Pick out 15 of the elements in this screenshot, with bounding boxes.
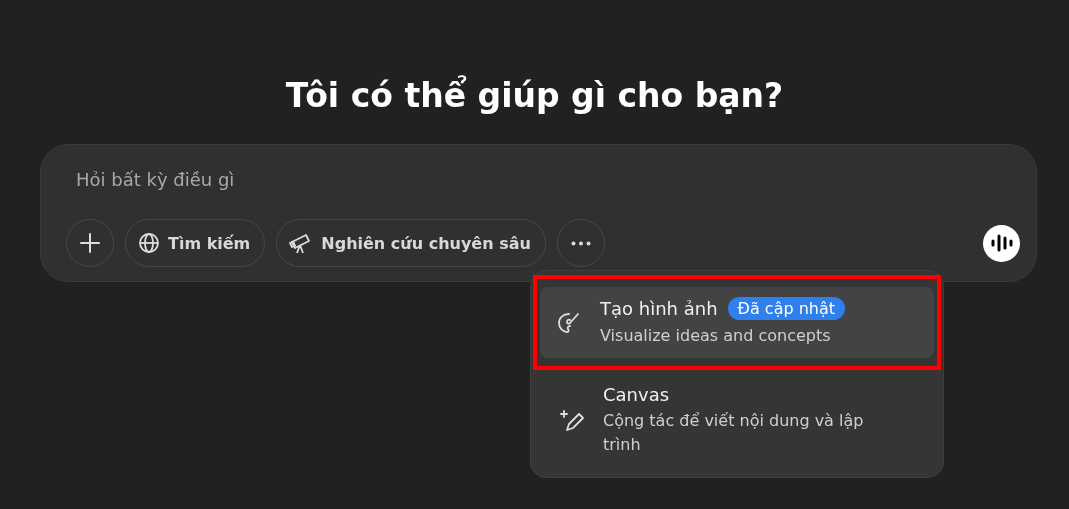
waveform-icon	[990, 234, 1013, 252]
plus-icon	[79, 232, 101, 254]
item-title: Tạo hình ảnh	[600, 298, 718, 319]
prompt-input[interactable]: Hỏi bất kỳ điều gì	[66, 165, 1020, 194]
item-title: Canvas	[603, 384, 670, 405]
page-heading: Tôi có thể giúp gì cho bạn?	[284, 74, 785, 117]
menu-item[interactable]: Canvas Cộng tác để viết nội dung và lập trình	[543, 374, 931, 467]
item-description: Cộng tác để viết nội dung và lập trình	[603, 410, 865, 456]
pencil-sparkle-icon	[559, 407, 585, 434]
item-description: Visualize ideas and concepts	[600, 325, 832, 347]
voice-button[interactable]	[983, 224, 1020, 262]
globe-icon	[138, 232, 160, 254]
more-icon	[570, 240, 591, 246]
menu-item[interactable]: Tạo hình ảnh Đã cập nhật Visualize ideas and concepts	[540, 287, 934, 358]
updated-badge: Đã cập nhật	[727, 297, 846, 320]
